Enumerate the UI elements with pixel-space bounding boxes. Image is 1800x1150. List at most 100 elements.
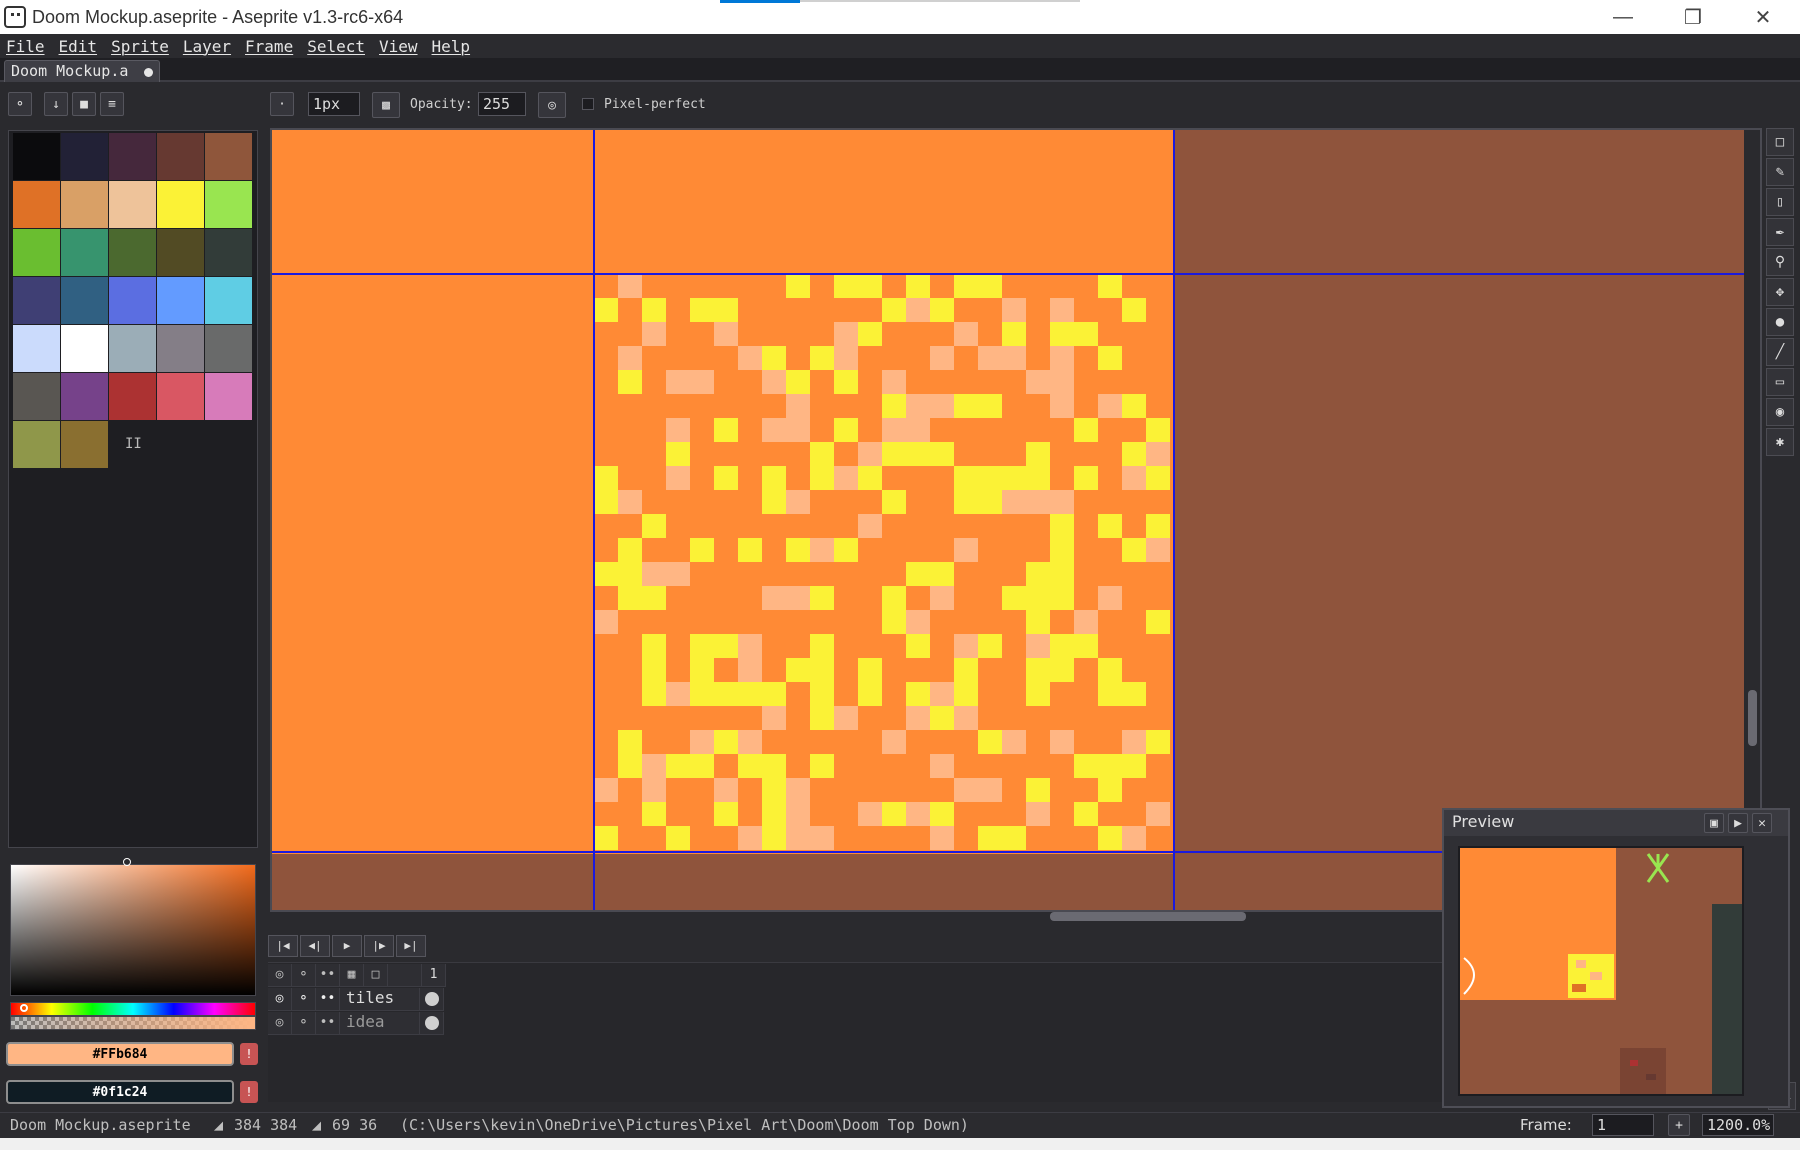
layer-continuous-icon[interactable]: •• bbox=[316, 987, 340, 1011]
marquee-tool-button[interactable]: □ bbox=[1766, 128, 1794, 156]
palette-swatch[interactable] bbox=[13, 373, 60, 420]
layer-row[interactable]: ◎ ⚬ •• tiles bbox=[268, 987, 1448, 1011]
layer-row[interactable]: ◎ ⚬ •• idea bbox=[268, 1011, 1448, 1035]
layer-hidden-eye-icon[interactable]: ◎ bbox=[268, 1011, 292, 1035]
palette-swatch[interactable] bbox=[61, 421, 108, 468]
tab-document[interactable]: Doom Mockup.a bbox=[4, 60, 160, 82]
palette-swatch[interactable] bbox=[205, 277, 252, 324]
palette-swatch[interactable] bbox=[109, 325, 156, 372]
layer-visible-eye-icon[interactable]: ◎ bbox=[268, 987, 292, 1011]
palette-swatch[interactable] bbox=[205, 181, 252, 228]
zoom-tool-button[interactable]: ⚲ bbox=[1766, 248, 1794, 276]
palette-swatch[interactable] bbox=[157, 277, 204, 324]
preview-image[interactable] bbox=[1458, 846, 1744, 1096]
menu-help[interactable]: Help bbox=[432, 37, 471, 56]
spray-tool-button[interactable]: ✱ bbox=[1766, 428, 1794, 456]
palette-swatch[interactable] bbox=[109, 277, 156, 324]
add-frame-button[interactable]: + bbox=[1668, 1114, 1690, 1136]
onion-skin-icon[interactable]: □ bbox=[364, 963, 388, 987]
next-frame-button[interactable]: |▶ bbox=[364, 934, 394, 957]
zoom-field[interactable]: 1200.0% bbox=[1702, 1114, 1774, 1136]
palette-presets-button[interactable]: ■ bbox=[72, 92, 96, 116]
palette-swatch[interactable] bbox=[61, 277, 108, 324]
brush-size-field[interactable]: 1px bbox=[308, 92, 360, 116]
dynamics-button[interactable]: ◎ bbox=[538, 92, 566, 118]
palette-swatch[interactable] bbox=[205, 229, 252, 276]
rectangle-tool-button[interactable]: ▭ bbox=[1766, 368, 1794, 396]
sprite-canvas[interactable] bbox=[272, 130, 1744, 910]
pencil-tool-button[interactable]: ✎ bbox=[1766, 158, 1794, 186]
palette-swatch[interactable] bbox=[205, 373, 252, 420]
palette-lock-button[interactable]: ⚬ bbox=[8, 92, 32, 116]
palette-swatch[interactable] bbox=[13, 181, 60, 228]
eyedropper-tool-button[interactable]: ✒ bbox=[1766, 218, 1794, 246]
palette-swatch[interactable] bbox=[109, 229, 156, 276]
last-frame-button[interactable]: ▶| bbox=[396, 934, 426, 957]
fill-tool-button[interactable]: ● bbox=[1766, 308, 1794, 336]
color-picker-marker[interactable] bbox=[123, 858, 131, 866]
palette-swatch[interactable] bbox=[157, 229, 204, 276]
preview-close-button[interactable]: ✕ bbox=[1752, 813, 1772, 833]
eraser-tool-button[interactable]: ▯ bbox=[1766, 188, 1794, 216]
palette-swatch[interactable] bbox=[157, 181, 204, 228]
foreground-color-button[interactable]: #FFb684 bbox=[6, 1042, 234, 1066]
previous-frame-button[interactable]: ◀| bbox=[300, 934, 330, 957]
minimize-button[interactable]: — bbox=[1590, 0, 1656, 34]
vertical-scrollbar[interactable] bbox=[1748, 690, 1757, 746]
restore-button[interactable]: ❐ bbox=[1660, 0, 1726, 34]
layer-name[interactable]: idea bbox=[340, 1011, 420, 1035]
menu-edit[interactable]: Edit bbox=[59, 37, 98, 56]
palette-swatch[interactable] bbox=[109, 133, 156, 180]
lock-header-icon[interactable]: ⚬ bbox=[292, 963, 316, 987]
frame-field[interactable]: 1 bbox=[1592, 1114, 1654, 1136]
palette-swatch[interactable] bbox=[61, 229, 108, 276]
hue-slider-handle[interactable] bbox=[20, 1004, 28, 1012]
horizontal-scrollbar[interactable] bbox=[1050, 912, 1246, 921]
palette-swatch[interactable] bbox=[205, 325, 252, 372]
ink-type-button[interactable]: ▩ bbox=[372, 92, 400, 118]
palette-swatch[interactable] bbox=[13, 421, 60, 468]
layer-continuous-icon[interactable]: •• bbox=[316, 1011, 340, 1035]
palette-swatch[interactable] bbox=[109, 181, 156, 228]
preview-window[interactable]: Preview ▣ ▶ ✕ bbox=[1442, 808, 1790, 1108]
close-button[interactable]: ✕ bbox=[1730, 0, 1796, 34]
palette-swatch[interactable] bbox=[13, 133, 60, 180]
background-warning-icon[interactable]: ! bbox=[240, 1081, 258, 1103]
preview-play-button[interactable]: ▶ bbox=[1728, 813, 1748, 833]
line-tool-button[interactable]: ╱ bbox=[1766, 338, 1794, 366]
background-color-button[interactable]: #0f1c24 bbox=[6, 1080, 234, 1104]
frame-header-1[interactable]: 1 bbox=[422, 963, 446, 987]
palette-swatch[interactable] bbox=[157, 133, 204, 180]
palette-swatch[interactable] bbox=[109, 373, 156, 420]
menu-file[interactable]: File bbox=[6, 37, 45, 56]
palette-swatch[interactable] bbox=[61, 133, 108, 180]
hue-slider[interactable] bbox=[10, 1002, 256, 1016]
menu-select[interactable]: Select bbox=[307, 37, 365, 56]
continuous-header-icon[interactable]: •• bbox=[316, 963, 340, 987]
menu-layer[interactable]: Layer bbox=[183, 37, 231, 56]
palette-options-button[interactable]: ≡ bbox=[100, 92, 124, 116]
layer-name[interactable]: tiles bbox=[340, 987, 420, 1011]
palette-swatch[interactable] bbox=[157, 373, 204, 420]
first-frame-button[interactable]: |◀ bbox=[268, 934, 298, 957]
palette-swatch[interactable] bbox=[205, 133, 252, 180]
palette-swatch[interactable] bbox=[61, 325, 108, 372]
color-saturation-value-picker[interactable] bbox=[10, 864, 256, 996]
opacity-field[interactable]: 255 bbox=[478, 92, 526, 116]
play-button[interactable]: ▶ bbox=[332, 934, 362, 957]
palette-sort-button[interactable]: ↓ bbox=[44, 92, 68, 116]
layer-settings-header-icon[interactable]: ▦ bbox=[340, 963, 364, 987]
menu-view[interactable]: View bbox=[379, 37, 418, 56]
palette-resize-handle[interactable]: II bbox=[125, 436, 142, 452]
alpha-slider[interactable] bbox=[10, 1016, 256, 1030]
cel[interactable] bbox=[420, 1011, 444, 1035]
preview-fullscreen-button[interactable]: ▣ bbox=[1704, 813, 1724, 833]
palette-swatch[interactable] bbox=[13, 325, 60, 372]
cel[interactable] bbox=[420, 987, 444, 1011]
menu-sprite[interactable]: Sprite bbox=[111, 37, 169, 56]
palette-swatch[interactable] bbox=[13, 277, 60, 324]
brush-type-button[interactable]: · bbox=[270, 92, 294, 116]
foreground-warning-icon[interactable]: ! bbox=[240, 1043, 258, 1065]
blur-tool-button[interactable]: ◉ bbox=[1766, 398, 1794, 426]
palette-swatch[interactable] bbox=[157, 325, 204, 372]
